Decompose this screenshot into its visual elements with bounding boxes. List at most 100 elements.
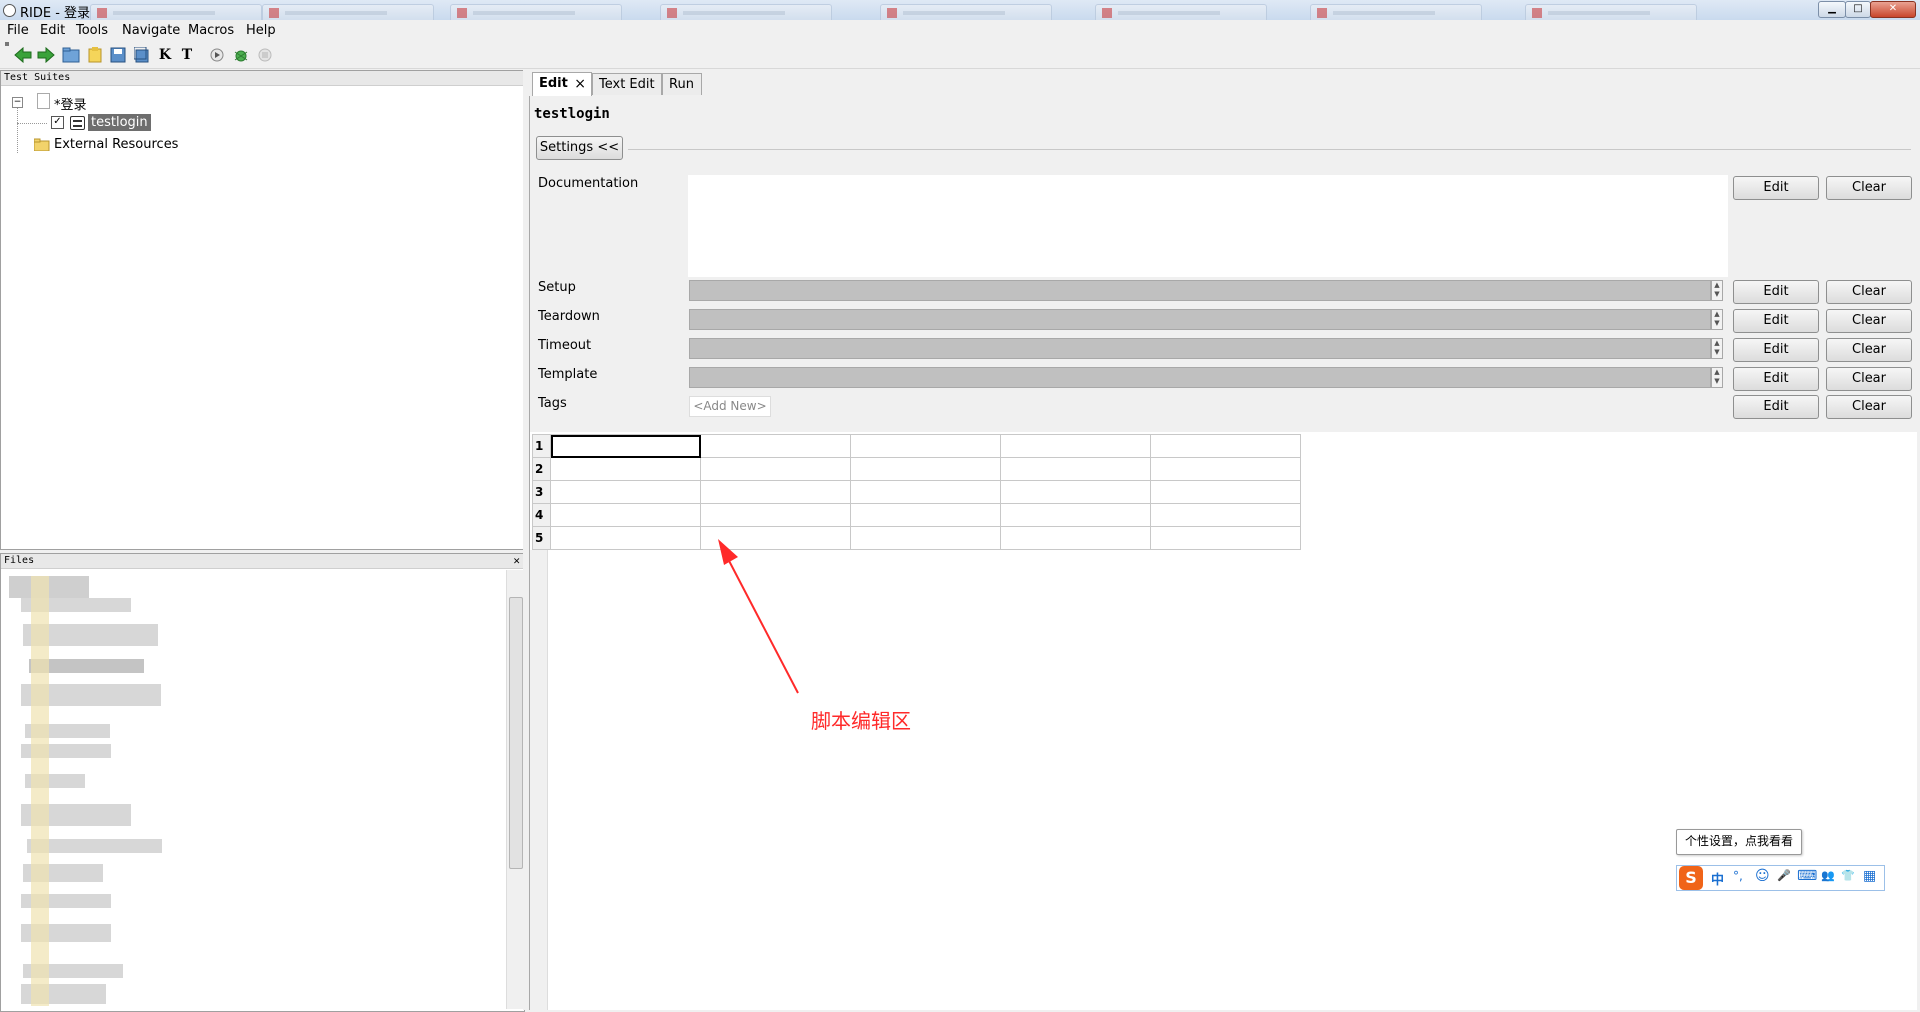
grid-cell[interactable]	[850, 526, 1001, 550]
documentation-edit-button[interactable]: Edit	[1733, 176, 1819, 200]
settings-toggle-button[interactable]: Settings <<	[536, 136, 623, 160]
background-tab[interactable]	[262, 4, 434, 21]
grid-cell[interactable]	[850, 480, 1001, 504]
scrollbar-thumb[interactable]	[509, 597, 523, 869]
menu-file[interactable]: File	[7, 23, 29, 38]
grid-cell[interactable]	[700, 480, 851, 504]
background-tab[interactable]	[1310, 4, 1482, 21]
tags-add-new[interactable]: <Add New>	[689, 396, 771, 417]
grid-cell[interactable]	[700, 503, 851, 527]
menu-edit[interactable]: Edit	[40, 23, 65, 38]
maximize-button[interactable]: □	[1845, 1, 1871, 18]
documentation-field[interactable]	[688, 175, 1728, 277]
save-all-icon[interactable]	[133, 46, 151, 64]
ime-logo-icon[interactable]: S	[1679, 866, 1703, 890]
grid-cell[interactable]	[1000, 457, 1151, 481]
tab-text-edit[interactable]: Text Edit	[592, 73, 662, 95]
collapse-toggle[interactable]: −	[12, 97, 23, 108]
teardown-edit-button[interactable]: Edit	[1733, 309, 1819, 333]
setup-field[interactable]	[689, 280, 1711, 301]
search-keywords-icon[interactable]: K	[156, 46, 174, 64]
row-header[interactable]: 1	[532, 434, 551, 458]
tab-edit[interactable]: Edit ×	[532, 72, 592, 96]
grid-cell[interactable]	[1000, 480, 1151, 504]
template-spinner[interactable]: ▲ ▼	[1711, 367, 1723, 388]
teardown-clear-button[interactable]: Clear	[1826, 309, 1912, 333]
grid-cell[interactable]	[1150, 434, 1301, 458]
grid-cell[interactable]	[1150, 526, 1301, 550]
ime-voice-icon[interactable]: 🎤	[1777, 869, 1791, 882]
grid-cell[interactable]	[550, 434, 701, 458]
grid-cell[interactable]	[1150, 457, 1301, 481]
ime-chinese-mode[interactable]: 中	[1711, 869, 1724, 888]
files-scrollbar[interactable]	[506, 570, 524, 1009]
background-tab[interactable]	[660, 4, 832, 21]
ime-toolbox-icon[interactable]: ▦	[1863, 868, 1876, 884]
debug-icon[interactable]	[232, 46, 250, 64]
back-icon[interactable]	[14, 46, 32, 64]
save-icon[interactable]	[109, 46, 127, 64]
menu-navigate[interactable]: Navigate	[122, 23, 180, 38]
close-icon[interactable]: ✕	[513, 554, 520, 568]
setup-spinner[interactable]: ▲ ▼	[1711, 280, 1723, 301]
menu-tools[interactable]: Tools	[76, 23, 108, 38]
background-tab[interactable]	[450, 4, 622, 21]
external-resources-label[interactable]: External Resources	[54, 137, 178, 152]
timeout-clear-button[interactable]: Clear	[1826, 338, 1912, 362]
grid-cell[interactable]	[1000, 526, 1151, 550]
setup-edit-button[interactable]: Edit	[1733, 280, 1819, 304]
menu-macros[interactable]: Macros	[188, 23, 234, 38]
template-clear-button[interactable]: Clear	[1826, 367, 1912, 391]
background-tab[interactable]	[90, 4, 262, 21]
tab-run[interactable]: Run	[662, 73, 702, 95]
testcase-checkbox[interactable]: ✓	[51, 116, 64, 129]
grid-cell[interactable]	[550, 457, 701, 481]
row-header[interactable]: 5	[532, 526, 551, 550]
row-header[interactable]: 4	[532, 503, 551, 527]
close-button[interactable]: ✕	[1870, 1, 1916, 18]
open-folder-icon[interactable]	[62, 46, 80, 64]
step-grid[interactable]: 1 2 3 4 5	[532, 434, 1301, 550]
ime-punctuation[interactable]: °,	[1733, 869, 1743, 883]
template-field[interactable]	[689, 367, 1711, 388]
background-tab[interactable]	[1525, 4, 1697, 21]
background-tab[interactable]	[880, 4, 1052, 21]
teardown-spinner[interactable]: ▲ ▼	[1711, 309, 1723, 330]
forward-icon[interactable]	[37, 46, 55, 64]
grid-cell[interactable]	[550, 503, 701, 527]
search-tests-icon[interactable]: T	[178, 46, 196, 64]
grid-cell[interactable]	[1000, 503, 1151, 527]
ime-skin-icon[interactable]: 👕	[1841, 869, 1855, 882]
grid-cell[interactable]	[550, 526, 701, 550]
run-icon[interactable]	[208, 46, 226, 64]
grid-cell[interactable]	[850, 503, 1001, 527]
timeout-spinner[interactable]: ▲ ▼	[1711, 338, 1723, 359]
grid-cell[interactable]	[1150, 503, 1301, 527]
grid-cell[interactable]	[1150, 480, 1301, 504]
row-header[interactable]: 3	[532, 480, 551, 504]
close-icon[interactable]: ×	[574, 74, 586, 95]
grid-cell[interactable]	[550, 480, 701, 504]
timeout-edit-button[interactable]: Edit	[1733, 338, 1819, 362]
background-tab[interactable]	[1095, 4, 1267, 21]
grid-cell[interactable]	[700, 457, 851, 481]
minimize-button[interactable]: ▁	[1818, 1, 1846, 18]
row-header[interactable]: 2	[532, 457, 551, 481]
suite-root-label[interactable]: *登录	[54, 94, 87, 113]
teardown-field[interactable]	[689, 309, 1711, 330]
stop-icon[interactable]	[256, 46, 274, 64]
documentation-clear-button[interactable]: Clear	[1826, 176, 1912, 200]
grid-cell[interactable]	[700, 434, 851, 458]
grid-cell[interactable]	[850, 434, 1001, 458]
setup-clear-button[interactable]: Clear	[1826, 280, 1912, 304]
timeout-field[interactable]	[689, 338, 1711, 359]
ime-user-icon[interactable]: 👥	[1821, 869, 1835, 882]
grid-cell[interactable]	[1000, 434, 1151, 458]
tags-clear-button[interactable]: Clear	[1826, 395, 1912, 419]
ime-keyboard-icon[interactable]: ⌨	[1797, 868, 1817, 884]
template-edit-button[interactable]: Edit	[1733, 367, 1819, 391]
grid-cell[interactable]	[850, 457, 1001, 481]
ime-emoji-icon[interactable]: ☺	[1755, 868, 1770, 884]
menu-help[interactable]: Help	[246, 23, 276, 38]
open-directory-icon[interactable]	[86, 46, 104, 64]
